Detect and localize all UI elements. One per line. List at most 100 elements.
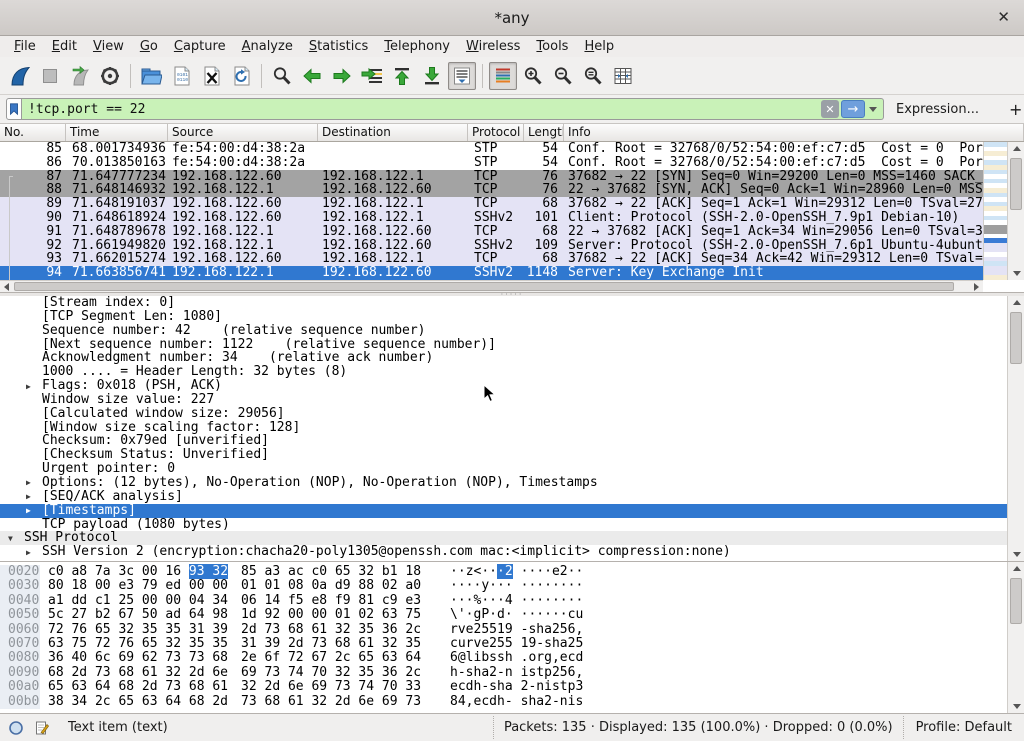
hex-row[interactable]: 009068 2d 73 68 61 32 2d 6e69 73 74 70 3… xyxy=(0,666,1024,680)
scroll-up-icon[interactable] xyxy=(1009,296,1024,309)
scroll-up-icon[interactable] xyxy=(1009,562,1024,575)
menu-item-go[interactable]: Go xyxy=(132,38,166,55)
collapsed-arrow-icon[interactable]: ▶ xyxy=(26,504,31,517)
detail-row[interactable]: TCP payload (1080 bytes) xyxy=(0,518,1007,532)
close-file-icon[interactable] xyxy=(197,62,225,90)
menu-item-wireless[interactable]: Wireless xyxy=(458,38,528,55)
hex-row[interactable]: 00a065 63 64 68 2d 73 68 6132 2d 6e 69 7… xyxy=(0,680,1024,694)
restart-capture-icon[interactable] xyxy=(66,62,94,90)
save-file-icon[interactable]: 01010110 xyxy=(167,62,195,90)
title-bar[interactable]: *any ✕ xyxy=(0,0,1024,36)
packet-row[interactable]: 9371.662015274192.168.122.60192.168.122.… xyxy=(0,252,983,266)
detail-row[interactable]: 1000 .... = Header Length: 32 bytes (8) xyxy=(0,365,1007,379)
scrollbar-thumb[interactable] xyxy=(1010,158,1022,210)
filter-bookmark-icon[interactable] xyxy=(6,98,22,120)
zoom-reset-icon[interactable] xyxy=(579,62,607,90)
column-header-protocol[interactable]: Protocol xyxy=(468,124,524,141)
detail-row[interactable]: ▶[SEQ/ACK analysis] xyxy=(0,490,1007,504)
column-header-length[interactable]: Length xyxy=(524,124,564,141)
scrollbar-thumb[interactable] xyxy=(1010,312,1022,364)
detail-row[interactable]: ▶[Timestamps] xyxy=(0,504,1007,518)
resize-columns-icon[interactable] xyxy=(609,62,637,90)
hex-row[interactable]: 0040a1 dd c1 25 00 00 04 3406 14 f5 e8 f… xyxy=(0,594,1024,608)
reload-file-icon[interactable] xyxy=(227,62,255,90)
menu-item-file[interactable]: File xyxy=(6,38,44,55)
menu-item-analyze[interactable]: Analyze xyxy=(234,38,301,55)
filter-clear-icon[interactable]: ✕ xyxy=(821,100,839,118)
detail-row[interactable]: [TCP Segment Len: 1080] xyxy=(0,310,1007,324)
stop-capture-icon[interactable] xyxy=(36,62,64,90)
start-capture-icon[interactable] xyxy=(6,62,34,90)
column-header-info[interactable]: Info xyxy=(564,124,1024,141)
auto-scroll-icon[interactable] xyxy=(448,62,476,90)
collapsed-arrow-icon[interactable]: ▶ xyxy=(26,546,31,559)
status-profile[interactable]: Profile: Default xyxy=(903,716,1024,739)
close-window-icon[interactable]: ✕ xyxy=(997,8,1010,26)
bytes-vscrollbar[interactable] xyxy=(1007,562,1024,713)
column-header-source[interactable]: Source xyxy=(168,124,318,141)
scrollbar-thumb[interactable] xyxy=(1010,578,1022,624)
detail-row[interactable]: Urgent pointer: 0 xyxy=(0,462,1007,476)
menu-item-help[interactable]: Help xyxy=(576,38,622,55)
packet-list-hscrollbar[interactable] xyxy=(0,280,983,292)
detail-row[interactable]: ▶SSH Version 2 (encryption:chacha20-poly… xyxy=(0,545,1007,559)
detail-row[interactable]: [Calculated window size: 29056] xyxy=(0,407,1007,421)
detail-row[interactable]: ▶Options: (12 bytes), No-Operation (NOP)… xyxy=(0,476,1007,490)
hex-row[interactable]: 00b038 34 2c 65 63 64 68 2d73 68 61 32 2… xyxy=(0,695,1024,709)
packet-list-vscrollbar[interactable] xyxy=(1007,142,1024,280)
go-last-packet-icon[interactable] xyxy=(418,62,446,90)
hex-row[interactable]: 008036 40 6c 69 62 73 73 682e 6f 72 67 2… xyxy=(0,651,1024,665)
column-header-no[interactable]: No. xyxy=(0,124,66,141)
collapsed-arrow-icon[interactable]: ▶ xyxy=(26,380,31,393)
go-first-packet-icon[interactable] xyxy=(388,62,416,90)
menu-item-view[interactable]: View xyxy=(85,38,132,55)
menu-item-statistics[interactable]: Statistics xyxy=(301,38,376,55)
menu-item-telephony[interactable]: Telephony xyxy=(376,38,458,55)
open-file-icon[interactable] xyxy=(137,62,165,90)
packet-row[interactable]: 9071.648618924192.168.122.60192.168.122.… xyxy=(0,211,983,225)
detail-row[interactable]: [Stream index: 0] xyxy=(0,296,1007,310)
packet-row[interactable]: 8971.648191037192.168.122.60192.168.122.… xyxy=(0,197,983,211)
packet-list-header[interactable]: No.TimeSourceDestinationProtocolLengthIn… xyxy=(0,124,1024,142)
packet-row[interactable]: 9171.648789678192.168.122.1192.168.122.6… xyxy=(0,225,983,239)
capture-options-icon[interactable] xyxy=(96,62,124,90)
detail-row[interactable]: Checksum: 0x79ed [unverified] xyxy=(0,434,1007,448)
zoom-out-icon[interactable] xyxy=(549,62,577,90)
menu-item-tools[interactable]: Tools xyxy=(528,38,576,55)
expression-button[interactable]: Expression... xyxy=(896,102,979,117)
expert-info-icon[interactable] xyxy=(6,720,26,736)
scrollbar-thumb[interactable] xyxy=(14,282,954,291)
add-filter-button[interactable]: + xyxy=(1003,100,1024,119)
scroll-left-icon[interactable] xyxy=(0,281,13,292)
detail-row[interactable]: [Next sequence number: 1122 (relative se… xyxy=(0,338,1007,352)
hex-row[interactable]: 006072 76 65 32 35 35 31 392d 73 68 61 3… xyxy=(0,623,1024,637)
packet-row[interactable]: 9271.661949820192.168.122.1192.168.122.6… xyxy=(0,239,983,253)
column-header-destination[interactable]: Destination xyxy=(318,124,468,141)
filter-input[interactable]: !tcp.port == 22 ✕ → xyxy=(22,98,884,120)
filter-apply-icon[interactable]: → xyxy=(841,100,865,118)
find-packet-icon[interactable] xyxy=(268,62,296,90)
menu-item-capture[interactable]: Capture xyxy=(166,38,234,55)
column-header-time[interactable]: Time xyxy=(66,124,168,141)
hex-row[interactable]: 007063 75 72 76 65 32 35 3531 39 2d 73 6… xyxy=(0,637,1024,651)
zoom-in-icon[interactable] xyxy=(519,62,547,90)
collapsed-arrow-icon[interactable]: ▶ xyxy=(26,476,31,489)
detail-row[interactable]: ▶Flags: 0x018 (PSH, ACK) xyxy=(0,379,1007,393)
go-back-icon[interactable] xyxy=(298,62,326,90)
menu-item-edit[interactable]: Edit xyxy=(44,38,85,55)
go-forward-icon[interactable] xyxy=(328,62,356,90)
detail-row[interactable]: Sequence number: 42 (relative sequence n… xyxy=(0,324,1007,338)
capture-comment-icon[interactable] xyxy=(32,720,52,736)
packet-row[interactable]: 9471.663856741192.168.122.1192.168.122.6… xyxy=(0,266,983,280)
packet-row[interactable]: 8771.647777234192.168.122.60192.168.122.… xyxy=(0,170,983,184)
packet-row[interactable]: 8568.001734936fe:54:00:d4:38:2aSTP54Conf… xyxy=(0,142,983,156)
detail-row[interactable]: Acknowledgment number: 34 (relative ack … xyxy=(0,351,1007,365)
packet-minimap[interactable] xyxy=(983,142,1007,280)
hex-row[interactable]: 0020c0 a8 7a 3c 00 16 93 3285 a3 ac c0 6… xyxy=(0,565,1024,579)
scroll-down-icon[interactable] xyxy=(1009,267,1024,280)
detail-row[interactable]: ▼SSH Protocol xyxy=(0,531,1007,545)
expanded-arrow-icon[interactable]: ▼ xyxy=(8,532,13,545)
filter-history-caret-icon[interactable] xyxy=(869,107,877,112)
detail-row[interactable]: [Window size scaling factor: 128] xyxy=(0,421,1007,435)
scroll-up-icon[interactable] xyxy=(1009,142,1024,155)
